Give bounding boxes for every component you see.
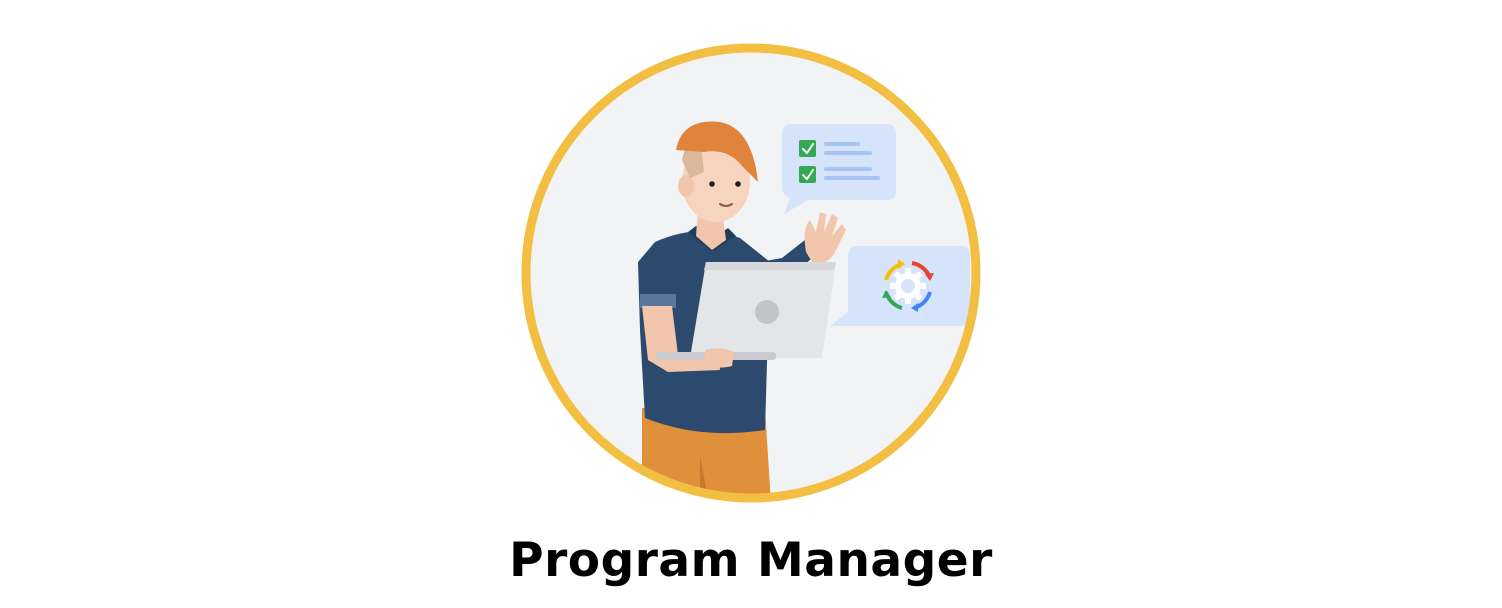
gear-cycle-icon xyxy=(830,246,970,326)
role-illustration xyxy=(521,43,981,503)
laptop-logo xyxy=(755,300,779,324)
role-title: Program Manager xyxy=(509,533,993,588)
